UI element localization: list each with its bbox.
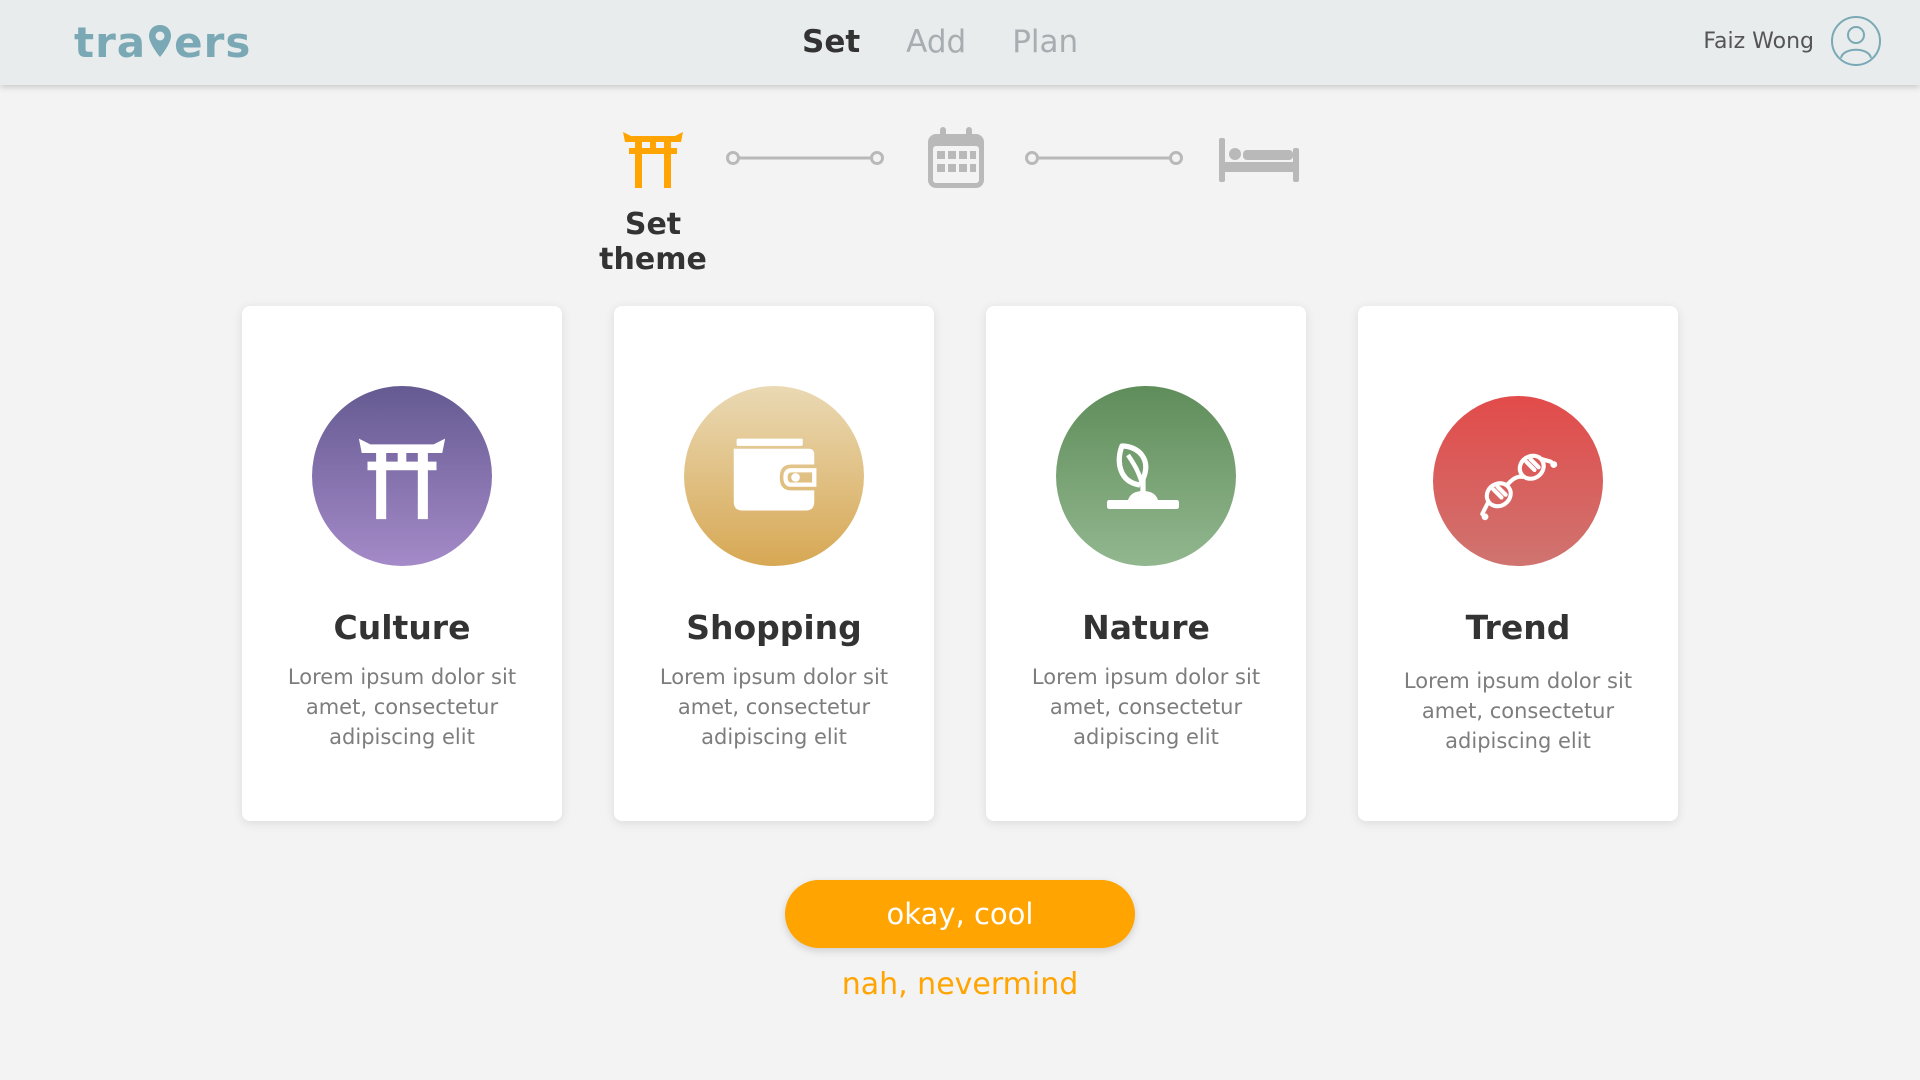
step-connector — [726, 151, 884, 165]
card-title: Trend — [1465, 608, 1571, 647]
card-description: Lorem ipsum dolor sit amet, consectetur … — [1403, 669, 1633, 753]
step-label: Set theme — [599, 207, 707, 277]
torii-gate-icon — [358, 438, 446, 520]
nav-add[interactable]: Add — [906, 24, 966, 60]
bed-icon[interactable] — [1217, 136, 1301, 184]
user-menu[interactable]: Faiz Wong — [1703, 15, 1882, 67]
nature-badge — [1056, 386, 1236, 566]
logo-text-end: ers — [174, 18, 252, 67]
sunglasses-icon — [1480, 453, 1558, 521]
sprout-icon — [1107, 443, 1179, 509]
logo-text-start: tra — [74, 18, 147, 67]
card-title: Shopping — [686, 608, 862, 647]
culture-badge — [312, 386, 492, 566]
top-bar: tra ers Set Add Plan Faiz Wong — [0, 0, 1920, 85]
theme-card-trend[interactable]: Trend Lorem ipsum dolor sit amet, consec… — [1358, 306, 1678, 821]
card-title: Nature — [1082, 608, 1210, 647]
nav-set[interactable]: Set — [802, 24, 860, 60]
location-pin-icon — [149, 24, 172, 57]
theme-card-shopping[interactable]: Shopping Lorem ipsum dolor sit amet, con… — [614, 306, 934, 821]
step-connector — [1025, 151, 1183, 165]
card-description: Lorem ipsum dolor sit amet, consectetur … — [287, 665, 517, 749]
theme-cards: Culture Lorem ipsum dolor sit amet, cons… — [242, 306, 1678, 821]
trend-badge — [1433, 396, 1603, 566]
wallet-icon — [733, 438, 817, 511]
card-description: Lorem ipsum dolor sit amet, consectetur … — [1031, 665, 1261, 749]
user-icon[interactable] — [1830, 15, 1882, 67]
travers-logo[interactable]: tra ers — [74, 18, 251, 67]
card-description: Lorem ipsum dolor sit amet, consectetur … — [659, 665, 889, 749]
torii-gate-icon[interactable] — [621, 126, 685, 190]
progress-stepper — [610, 126, 1310, 196]
confirm-button[interactable]: okay, cool — [785, 880, 1135, 948]
nav-plan[interactable]: Plan — [1012, 24, 1078, 60]
main-nav: Set Add Plan — [802, 24, 1078, 60]
theme-card-culture[interactable]: Culture Lorem ipsum dolor sit amet, cons… — [242, 306, 562, 821]
user-name: Faiz Wong — [1703, 28, 1814, 54]
shopping-badge — [684, 386, 864, 566]
cancel-link[interactable]: nah, nevermind — [760, 967, 1160, 1002]
calendar-icon[interactable] — [926, 126, 986, 190]
card-title: Culture — [333, 608, 471, 647]
theme-card-nature[interactable]: Nature Lorem ipsum dolor sit amet, conse… — [986, 306, 1306, 821]
